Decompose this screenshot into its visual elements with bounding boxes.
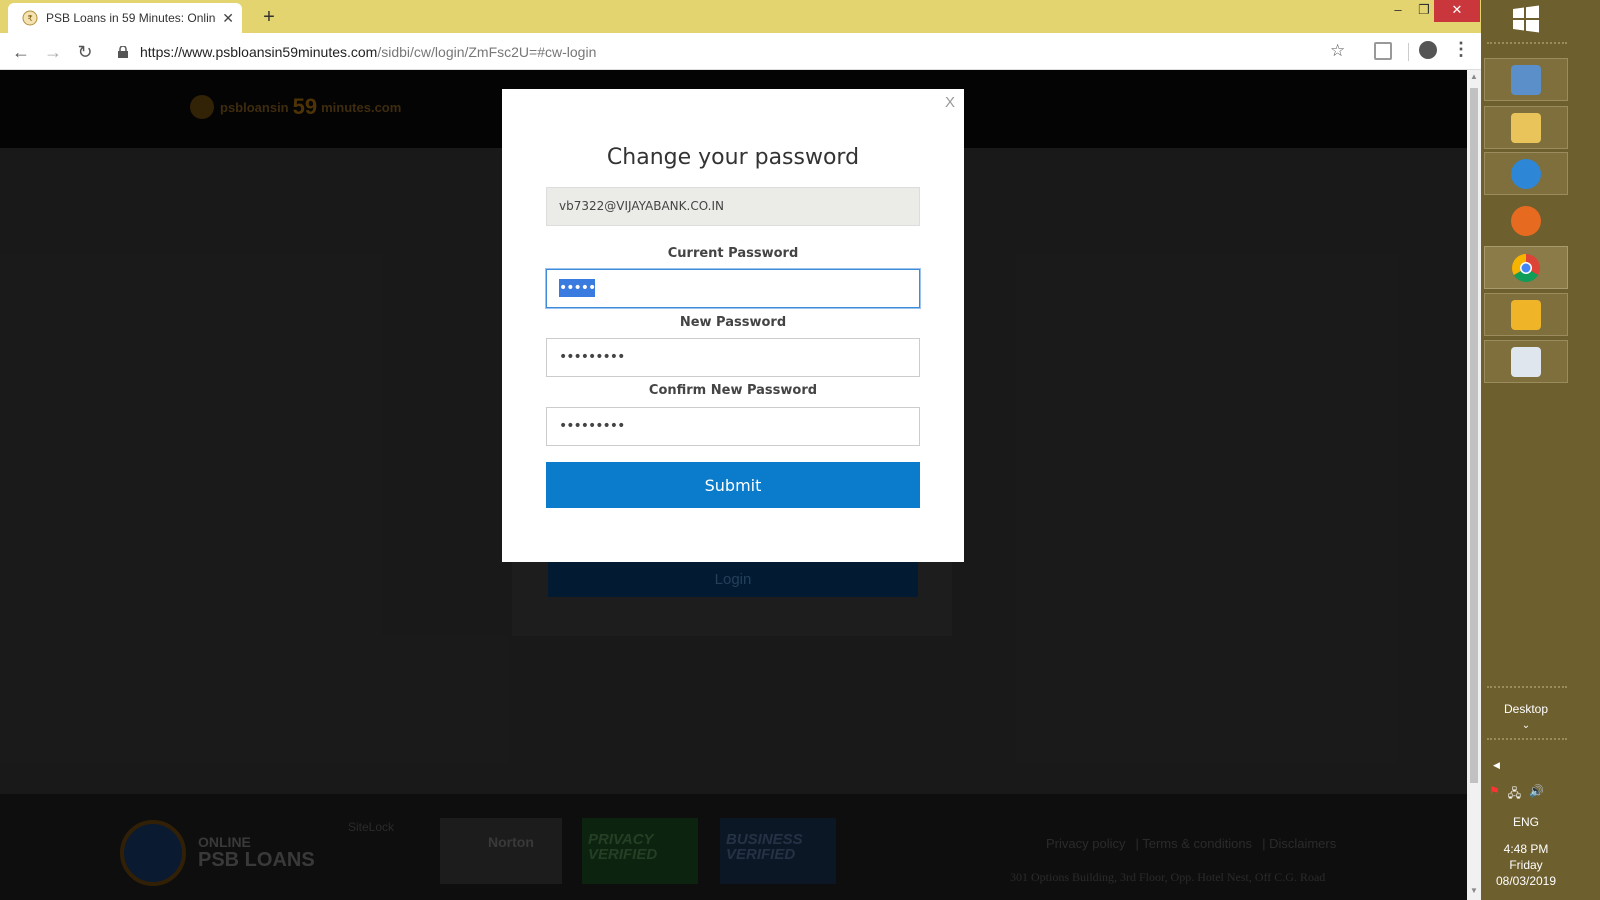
current-password-label: Current Password	[667, 246, 799, 261]
url-host: https://www.psbloansin59minutes.com	[140, 43, 378, 60]
email-field: vb7322@VIJAYABANK.CO.IN	[546, 187, 920, 226]
modal-close-button[interactable]: X	[945, 94, 955, 111]
taskbar-document-app[interactable]	[1484, 340, 1568, 383]
tray-expand-icon[interactable]: ◀	[1493, 760, 1500, 771]
taskbar-clock[interactable]: 4:48 PM Friday 08/03/2019	[1481, 841, 1571, 889]
forward-button[interactable]: →	[40, 39, 66, 65]
submit-button[interactable]: Submit	[546, 462, 920, 508]
confirm-password-value: •••••••••	[559, 418, 625, 434]
browser-window: ₹ PSB Loans in 59 Minutes: Online ✕ + – …	[0, 0, 1481, 900]
new-password-value: •••••••••	[559, 349, 625, 365]
lock-icon	[118, 45, 128, 58]
internet-explorer-icon	[1511, 158, 1541, 189]
new-password-label: New Password	[679, 315, 787, 330]
volume-icon[interactable]: 🔊	[1529, 784, 1544, 805]
new-password-input[interactable]: •••••••••	[546, 338, 920, 377]
desktop-toolbar-label[interactable]: Desktop	[1481, 702, 1571, 716]
extension-icon[interactable]	[1374, 42, 1392, 60]
clock-date: 08/03/2019	[1495, 874, 1557, 888]
scroll-thumb[interactable]	[1470, 88, 1478, 783]
profile-icon[interactable]	[1419, 41, 1437, 59]
browser-tab[interactable]: ₹ PSB Loans in 59 Minutes: Online ✕	[8, 3, 242, 33]
taskbar-file-explorer[interactable]	[1484, 106, 1568, 149]
windows-taskbar: Desktop ⌄ ◀ ⚑ 🖧 🔊 ENG 4:48 PM Friday 08/…	[1481, 0, 1600, 900]
back-button[interactable]: ←	[8, 39, 34, 65]
taskbar-firefox[interactable]	[1484, 199, 1568, 242]
document-app-icon	[1511, 346, 1541, 377]
tab-title: PSB Loans in 59 Minutes: Online	[46, 11, 217, 25]
scroll-up-icon[interactable]: ▲	[1470, 72, 1478, 81]
action-center-flag-icon[interactable]: ⚑	[1489, 784, 1500, 805]
network-icon[interactable]: 🖧	[1508, 784, 1521, 805]
clock-time: 4:48 PM	[1503, 842, 1549, 856]
scroll-down-icon[interactable]: ▼	[1470, 886, 1478, 895]
address-bar[interactable]: https://www.psbloansin59minutes.com/sidb…	[106, 37, 1362, 66]
firefox-icon	[1511, 205, 1541, 236]
taskbar-control-panel[interactable]	[1484, 58, 1568, 101]
desktop-chevron-icon[interactable]: ⌄	[1481, 720, 1571, 731]
language-indicator[interactable]: ENG	[1481, 815, 1571, 829]
taskbar-outlook[interactable]	[1484, 293, 1568, 336]
confirm-password-input[interactable]: •••••••••	[546, 407, 920, 446]
site-favicon-icon: ₹	[22, 10, 38, 26]
outlook-icon	[1511, 299, 1541, 330]
url-text: https://www.psbloansin59minutes.com/sidb…	[140, 44, 596, 60]
bookmark-star-icon[interactable]: ☆	[1330, 41, 1345, 61]
menu-dots-icon[interactable]: ⋮	[1452, 39, 1470, 60]
page-content: psbloansin 59 minutes.com Login ONLINE P…	[0, 70, 1467, 900]
modal-title: Change your password	[606, 145, 860, 170]
url-path: /sidbi/cw/login/ZmFsc2U=#cw-login	[377, 43, 597, 60]
taskbar-chrome[interactable]	[1484, 246, 1568, 289]
windows-start-icon[interactable]	[1511, 4, 1541, 34]
change-password-modal: X Change your password vb7322@VIJAYABANK…	[502, 89, 964, 562]
taskbar-grip	[1487, 42, 1567, 46]
toolbar-divider	[1408, 43, 1409, 61]
title-bar: ₹ PSB Loans in 59 Minutes: Online ✕ + – …	[0, 0, 1481, 33]
taskbar-grip-3	[1487, 738, 1567, 742]
tab-close-icon[interactable]: ✕	[222, 10, 234, 27]
window-close-button[interactable]: ✕	[1434, 0, 1480, 22]
chrome-icon	[1512, 253, 1540, 282]
file-explorer-icon	[1511, 112, 1541, 143]
clock-day: Friday	[1509, 858, 1543, 872]
control-panel-icon	[1511, 64, 1541, 95]
current-password-input[interactable]: •••••	[546, 269, 920, 308]
taskbar-grip-2	[1487, 686, 1567, 690]
reload-button[interactable]: ↻	[72, 39, 98, 65]
taskbar-internet-explorer[interactable]	[1484, 152, 1568, 195]
confirm-password-label: Confirm New Password	[648, 383, 818, 398]
page-scrollbar[interactable]: ▲ ▼	[1467, 70, 1481, 900]
system-tray: ⚑ 🖧 🔊	[1489, 784, 1544, 805]
new-tab-button[interactable]: +	[256, 4, 282, 30]
browser-toolbar: ← → ↻ https://www.psbloansin59minutes.co…	[0, 33, 1481, 70]
svg-text:₹: ₹	[27, 14, 32, 23]
current-password-value: •••••	[559, 279, 596, 297]
